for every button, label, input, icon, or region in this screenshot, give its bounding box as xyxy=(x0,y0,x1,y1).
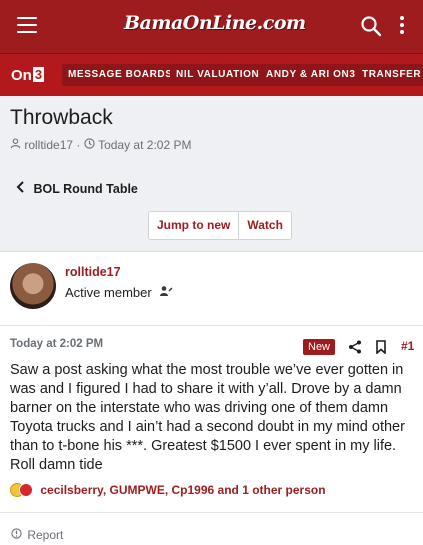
thread-title: Throwback xyxy=(10,106,113,129)
post-footer: Report xyxy=(0,512,423,545)
forum-name: BOL Round Table xyxy=(33,181,138,196)
reactions-list-link[interactable]: cecilsberry, GUMPWE, Cp1996 and 1 other … xyxy=(40,483,325,497)
top-bar: BamaOnLine.com xyxy=(0,0,423,53)
report-label: Report xyxy=(27,527,64,542)
thread-timestamp[interactable]: Today at 2:02 PM xyxy=(98,138,191,152)
thread-action-buttons: Jump to new Watch xyxy=(148,211,292,240)
chevron-left-icon xyxy=(16,181,26,196)
share-icon[interactable] xyxy=(348,340,362,354)
thread-header: Throwback rolltide17 · Today at 2:02 PM … xyxy=(0,96,423,252)
post-number-link[interactable]: #1 xyxy=(401,339,414,353)
on3-logo[interactable]: On 3 xyxy=(11,67,47,85)
report-link[interactable]: Report xyxy=(11,527,63,542)
nav-item-transfer-portal[interactable]: TRANSFER PO xyxy=(356,64,423,86)
nav-item-andy-ari-on3[interactable]: ANDY & ARI ON3 xyxy=(260,64,362,86)
report-icon xyxy=(11,528,22,542)
more-options-icon[interactable] xyxy=(396,16,408,38)
user-status-icon xyxy=(159,285,173,300)
user-title-text: Active member xyxy=(65,285,152,301)
nav-bar: On 3 MESSAGE BOARDS NIL VALUATION ANDY & … xyxy=(0,53,423,96)
bookmark-icon[interactable] xyxy=(375,340,387,355)
breadcrumb-forum-link[interactable]: BOL Round Table xyxy=(16,181,138,196)
reactions-bar: cecilsberry, GUMPWE, Cp1996 and 1 other … xyxy=(10,482,326,500)
site-logo[interactable]: BamaOnLine.com xyxy=(124,12,306,40)
clock-icon xyxy=(84,138,95,152)
post-body: Saw a post asking what the most trouble … xyxy=(10,362,405,473)
thread-author[interactable]: rolltide17 xyxy=(24,138,73,152)
post-username[interactable]: rolltide17 xyxy=(65,265,121,279)
on3-logo-number: 3 xyxy=(32,67,45,82)
nav-item-message-boards[interactable]: MESSAGE BOARDS xyxy=(62,64,179,86)
on3-logo-text: On xyxy=(11,67,32,84)
user-title: Active member xyxy=(65,284,173,300)
avatar[interactable] xyxy=(10,263,56,309)
new-badge: New xyxy=(303,339,336,355)
watch-button[interactable]: Watch xyxy=(238,212,291,239)
jump-to-new-button[interactable]: Jump to new xyxy=(149,212,238,239)
user-icon xyxy=(10,138,21,152)
thread-meta: rolltide17 · Today at 2:02 PM xyxy=(10,137,191,152)
post-author-block: rolltide17 Active member xyxy=(0,253,423,326)
search-icon[interactable] xyxy=(360,15,382,37)
hamburger-menu-icon[interactable] xyxy=(17,17,37,35)
nav-item-nil-valuation[interactable]: NIL VALUATION xyxy=(170,64,266,86)
meta-separator: · xyxy=(76,137,81,152)
like-reaction-icon xyxy=(19,482,33,497)
